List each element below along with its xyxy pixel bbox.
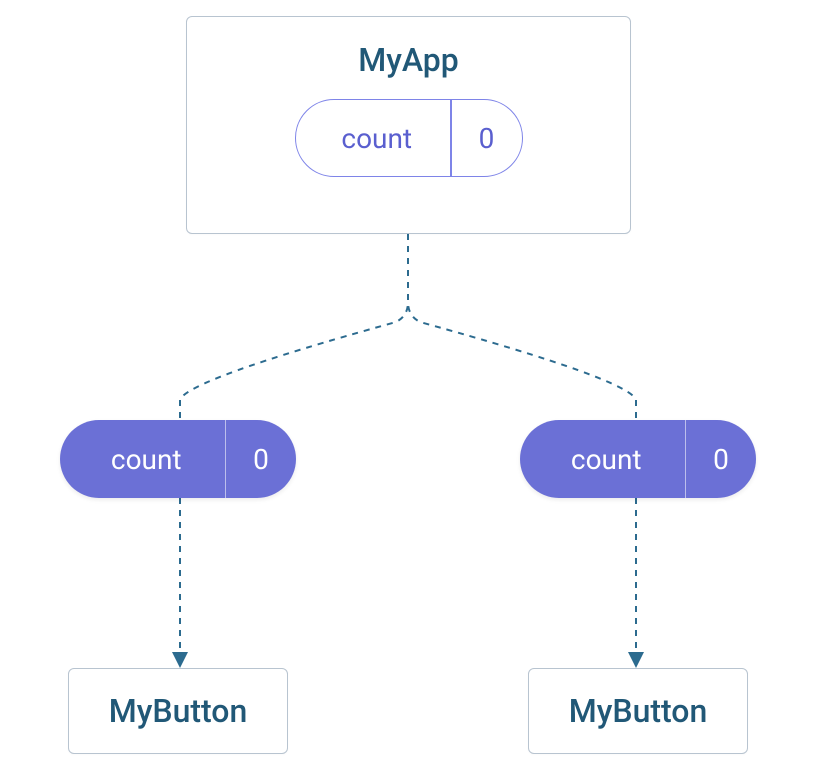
prop-value: 0 [686, 420, 756, 498]
child-component-node-left: MyButton [68, 668, 288, 754]
parent-state-pill: count 0 [295, 99, 523, 177]
state-value: 0 [452, 100, 522, 176]
parent-component-title: MyApp [358, 41, 459, 79]
prop-label: count [520, 443, 685, 476]
state-label: count [296, 122, 451, 155]
parent-component-node: MyApp count 0 [186, 16, 631, 234]
prop-value: 0 [226, 420, 296, 498]
child-component-node-right: MyButton [528, 668, 748, 754]
child-component-title: MyButton [569, 692, 708, 730]
diagram-canvas: MyApp count 0 count 0 count 0 MyButton M… [0, 0, 820, 770]
prop-pill-right: count 0 [520, 420, 756, 498]
child-component-title: MyButton [109, 692, 248, 730]
prop-label: count [60, 443, 225, 476]
prop-pill-left: count 0 [60, 420, 296, 498]
